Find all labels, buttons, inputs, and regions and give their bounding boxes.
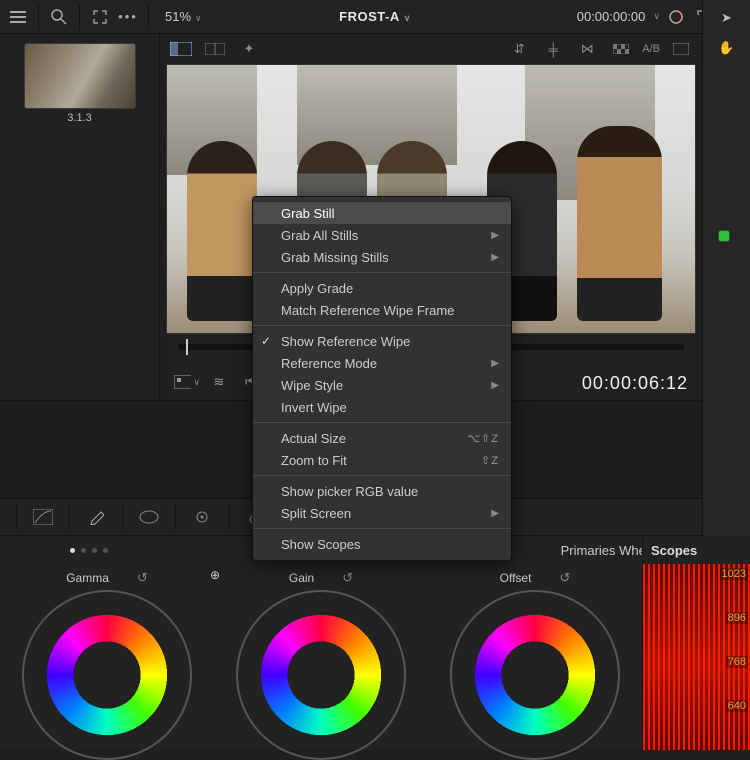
- split-icon[interactable]: [202, 38, 228, 60]
- frame-icon[interactable]: [668, 38, 694, 60]
- timecode-main: 00:00:06:12: [582, 373, 688, 394]
- image-wipe-icon[interactable]: [168, 38, 194, 60]
- still-label: 3.1.3: [0, 112, 159, 124]
- menu-item[interactable]: Apply Grade: [253, 277, 511, 299]
- menu-item[interactable]: Show picker RGB value: [253, 480, 511, 502]
- eyedropper-icon[interactable]: [84, 505, 108, 529]
- tracker-icon[interactable]: [190, 505, 214, 529]
- wheel-label: Gain: [289, 571, 314, 585]
- list-view-icon[interactable]: [6, 5, 30, 29]
- reset-offset-icon[interactable]: ↺: [559, 570, 570, 586]
- still-thumbnail[interactable]: [25, 44, 135, 108]
- menu-item[interactable]: Wipe Style▶: [253, 374, 511, 396]
- viewer-context-menu: Grab StillGrab All Stills▶Grab Missing S…: [252, 196, 512, 561]
- zoom-level[interactable]: 51%∨: [165, 9, 202, 24]
- reset-gamma-icon[interactable]: ↺: [137, 570, 148, 586]
- arrow-pointer-icon[interactable]: ➤: [715, 6, 739, 30]
- color-wheels-panel: Gamma↺⊕ Gain↺ Offset↺: [0, 564, 642, 750]
- wipe-tie-icon[interactable]: ⋈: [574, 38, 600, 60]
- scope-tick: 896: [726, 612, 748, 624]
- clip-name[interactable]: FROST-A∨: [339, 9, 411, 24]
- magic-wand-icon[interactable]: ✦: [236, 38, 262, 60]
- menu-item[interactable]: Split Screen▶: [253, 502, 511, 524]
- scopes-waveform[interactable]: 1023 896 768 640: [643, 564, 750, 750]
- menu-item[interactable]: Grab All Stills▶: [253, 224, 511, 246]
- menu-item[interactable]: Invert Wipe: [253, 396, 511, 418]
- page-dots[interactable]: [70, 548, 108, 553]
- timecode-top[interactable]: 00:00:00:00: [577, 9, 646, 24]
- menu-item[interactable]: Match Reference Wipe Frame: [253, 299, 511, 321]
- gamma-wheel[interactable]: [22, 590, 192, 760]
- layers-icon[interactable]: ≋: [206, 370, 232, 394]
- search-icon[interactable]: [47, 5, 71, 29]
- figure: [577, 126, 662, 321]
- scope-tick: 768: [726, 656, 748, 668]
- scope-tick: 1023: [720, 568, 748, 580]
- menu-item[interactable]: Zoom to Fit⇧Z: [253, 449, 511, 471]
- bypass-icon[interactable]: [664, 5, 688, 29]
- wheel-label: Offset: [500, 571, 532, 585]
- window-shape-icon[interactable]: [137, 505, 161, 529]
- figure: [187, 141, 257, 321]
- curves-icon[interactable]: [31, 505, 55, 529]
- node-indicator[interactable]: [718, 230, 730, 242]
- menu-item[interactable]: Show Scopes: [253, 533, 511, 555]
- menu-item[interactable]: Actual Size⌥⇧Z: [253, 427, 511, 449]
- ab-label[interactable]: A/B: [642, 43, 660, 55]
- wheel-label: Gamma: [66, 571, 109, 585]
- scopes-title[interactable]: Scopes: [643, 536, 750, 564]
- gain-wheel[interactable]: [236, 590, 406, 760]
- menu-item[interactable]: Grab Still: [253, 202, 511, 224]
- wipe-center-icon[interactable]: ╪: [540, 38, 566, 60]
- menu-item[interactable]: ✓Show Reference Wipe: [253, 330, 511, 352]
- offset-wheel[interactable]: [450, 590, 620, 760]
- more-icon[interactable]: •••: [116, 5, 140, 29]
- menu-item[interactable]: Reference Mode▶: [253, 352, 511, 374]
- checker-icon[interactable]: [608, 38, 634, 60]
- hand-icon[interactable]: ✋: [715, 36, 739, 60]
- wipe-h-icon[interactable]: ⇵: [506, 38, 532, 60]
- reset-gain-icon[interactable]: ↺: [342, 570, 353, 586]
- menu-item[interactable]: Grab Missing Stills▶: [253, 246, 511, 268]
- scope-tick: 640: [726, 700, 748, 712]
- expand-icon[interactable]: [88, 5, 112, 29]
- gallery-btn-icon[interactable]: ∨: [174, 370, 200, 394]
